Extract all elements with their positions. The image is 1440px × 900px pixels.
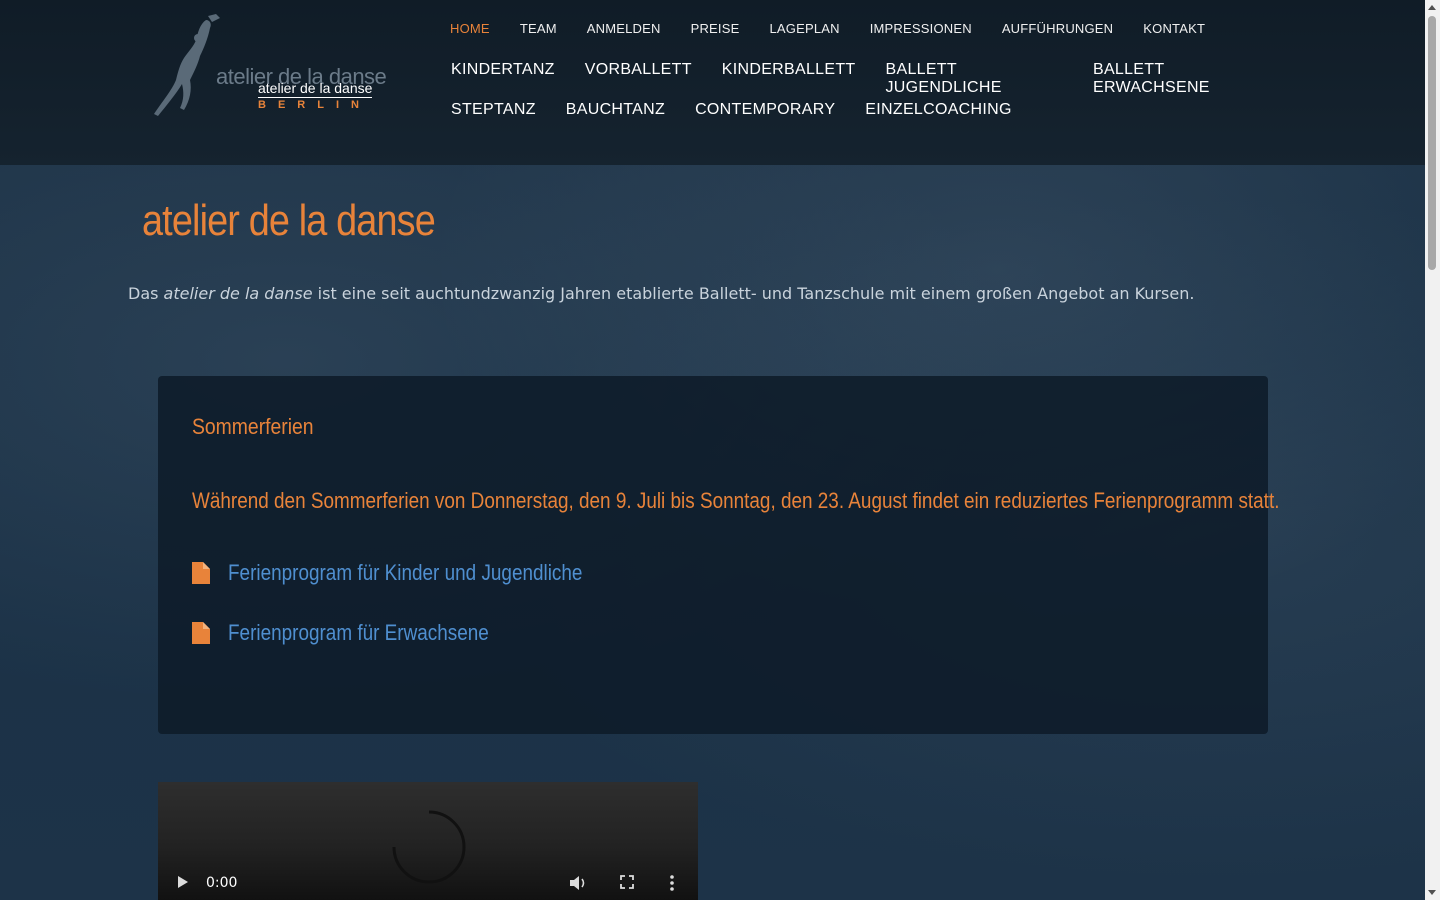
summer-notice-text: Während den Sommerferien von Donnerstag,… [192,488,1280,513]
nav-team[interactable]: TEAM [520,21,557,36]
nav-anmelden[interactable]: ANMELDEN [587,21,661,36]
intro-text: Das atelier de la danse ist eine seit au… [128,284,1328,303]
logo-title-white: atelier de la danse [258,80,373,98]
intro-emphasis: atelier de la danse [163,284,313,303]
file-icon [192,622,210,644]
play-icon[interactable] [176,874,190,890]
card-heading: Sommerferien [192,414,314,439]
fullscreen-icon[interactable] [619,874,635,890]
more-options-icon[interactable] [668,874,676,892]
intro-post: ist eine seit auchtundzwanzig Jahren eta… [312,284,1195,303]
top-navigation: HOME TEAM ANMELDEN PREISE LAGEPLAN IMPRE… [450,21,1205,36]
video-controls: 0:00 [158,866,698,900]
video-player[interactable]: 0:00 [158,782,698,900]
nav-einzelcoaching[interactable]: EINZELCOACHING [865,101,1011,141]
nav-steptanz[interactable]: STEPTANZ [451,101,536,141]
nav-kontakt[interactable]: KONTAKT [1143,21,1205,36]
video-time: 0:00 [206,875,238,891]
logo-subtitle: BERLIN [258,99,371,111]
file-icon [192,562,210,584]
nav-auffuehrungen[interactable]: AUFFÜHRUNGEN [1002,21,1113,36]
course-navigation: KINDERTANZ VORBALLETT KINDERBALLETT BALL… [451,61,1271,141]
scroll-down-arrow-icon[interactable] [1428,890,1436,895]
nav-kindertanz[interactable]: KINDERTANZ [451,61,555,101]
nav-ballett-erwachsene[interactable]: BALLETT ERWACHSENE [1093,61,1271,101]
nav-vorballett[interactable]: VORBALLETT [585,61,692,101]
nav-impressionen[interactable]: IMPRESSIONEN [870,21,972,36]
nav-bauchtanz[interactable]: BAUCHTANZ [566,101,665,141]
course-nav-row-2: STEPTANZ BAUCHTANZ CONTEMPORARY EINZELCO… [451,101,1271,141]
volume-icon[interactable] [568,874,588,892]
download-link-kinder[interactable]: Ferienprogram für Kinder und Jugendliche [228,560,582,586]
download-erwachsene[interactable]: Ferienprogram für Erwachsene [192,620,531,646]
download-kinder-jugendliche[interactable]: Ferienprogram für Kinder und Jugendliche [192,560,640,586]
scroll-up-arrow-icon[interactable] [1428,5,1436,10]
summer-notice-card: Sommerferien Während den Sommerferien vo… [158,376,1279,734]
scroll-thumb[interactable] [1428,16,1436,270]
nav-ballett-jugendliche[interactable]: BALLETT JUGENDLICHE [886,61,1063,101]
nav-contemporary[interactable]: CONTEMPORARY [695,101,835,141]
nav-kinderballett[interactable]: KINDERBALLETT [722,61,856,101]
nav-preise[interactable]: PREISE [691,21,740,36]
nav-lageplan[interactable]: LAGEPLAN [769,21,839,36]
download-link-erwachsene[interactable]: Ferienprogram für Erwachsene [228,620,489,646]
page-scrollbar[interactable] [1425,0,1440,900]
course-nav-row-1: KINDERTANZ VORBALLETT KINDERBALLETT BALL… [451,61,1271,101]
site-header: atelier de la danse atelier de la danse … [0,0,1425,165]
page-title: atelier de la danse [142,196,436,245]
intro-pre: Das [128,284,164,303]
nav-home[interactable]: HOME [450,21,490,36]
